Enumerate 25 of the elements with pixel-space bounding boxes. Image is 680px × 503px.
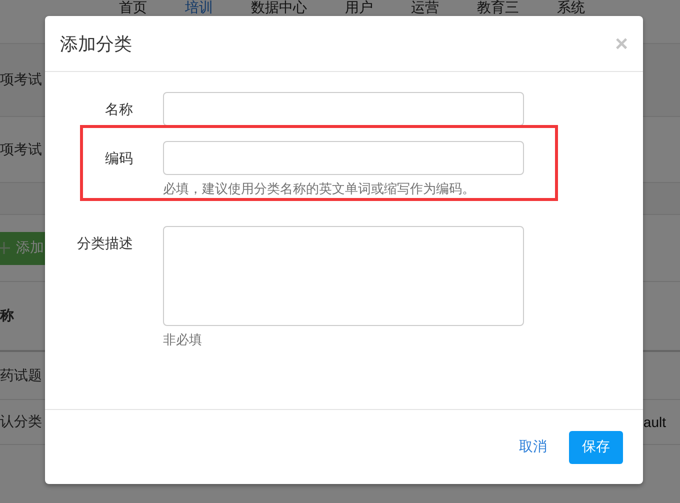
nav-tab[interactable]: 运营 bbox=[405, 0, 445, 15]
help-text: 必填，建议使用分类名称的英文单词或缩写作为编码。 bbox=[163, 180, 476, 198]
table-cell: 药试题 bbox=[0, 366, 42, 384]
nav-tab[interactable]: 教育三 bbox=[471, 0, 525, 15]
nav-tab[interactable]: 培训 bbox=[179, 0, 219, 15]
field-label: 编码 bbox=[104, 149, 133, 168]
dialog-title: 添加分类 bbox=[60, 32, 132, 56]
cancel-button[interactable]: 取消 bbox=[519, 438, 547, 456]
text-area[interactable] bbox=[163, 226, 524, 326]
table-cell: 项考试 bbox=[0, 140, 42, 158]
table-cell: 项考试 bbox=[0, 71, 42, 89]
field-label: 分类描述 bbox=[76, 234, 133, 253]
input-field[interactable] bbox=[163, 92, 524, 126]
column-header: 称 bbox=[0, 307, 14, 325]
field-label: 名称 bbox=[104, 100, 133, 119]
nav-tab[interactable]: 系统 bbox=[551, 0, 591, 15]
nav-tab[interactable]: 首页 bbox=[113, 0, 153, 15]
nav-tab[interactable]: 数据中心 bbox=[245, 0, 313, 15]
nav-tab[interactable]: 用户 bbox=[339, 0, 379, 15]
save-button[interactable]: 保存 bbox=[569, 430, 623, 464]
plus-icon bbox=[0, 242, 10, 254]
input-field[interactable] bbox=[163, 141, 524, 175]
help-text: 非必填 bbox=[163, 331, 203, 349]
table-cell: 认分类 bbox=[0, 413, 42, 431]
table-cell: ault bbox=[643, 414, 666, 430]
